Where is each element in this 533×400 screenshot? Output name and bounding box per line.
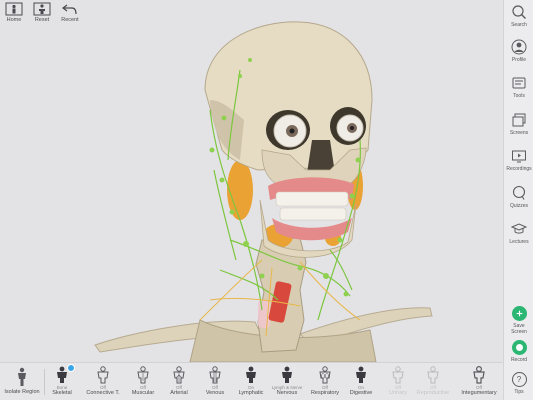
sidebar-item-tools[interactable]: Tools [504, 75, 533, 99]
save-screen-button[interactable]: Save Screen [504, 306, 533, 335]
screens-icon [512, 113, 526, 127]
head-neck-model[interactable] [0, 0, 503, 363]
recent-label: Recent [61, 17, 79, 23]
profile-icon [511, 39, 527, 55]
sidebar-item-label: Lectures [509, 239, 529, 245]
right-sidebar: Search Profile Tools Screens Recordings … [503, 0, 533, 400]
home-button[interactable]: Home [2, 2, 26, 23]
systems-bar: Isolate Region Bone Skeletal Off Connect… [0, 362, 503, 400]
upper-teeth[interactable] [275, 191, 349, 207]
system-integumentary[interactable]: Off Integumentary [457, 365, 501, 396]
urinary-system-icon [392, 366, 404, 384]
record-label: Record [510, 357, 528, 363]
lower-teeth[interactable] [279, 207, 347, 221]
tips-button[interactable]: ? Tips [504, 372, 533, 395]
save-screen-label: Save Screen [511, 323, 527, 335]
sidebar-item-profile[interactable]: Profile [504, 39, 533, 63]
quizzes-icon [512, 185, 526, 200]
system-connective-tissue[interactable]: Off Connective T. [81, 366, 125, 396]
lymphatic-system-icon [246, 366, 256, 383]
sidebar-item-label: Tools [513, 93, 525, 99]
recent-button[interactable]: Recent [58, 2, 82, 23]
reset-label: Reset [34, 17, 50, 23]
integumentary-system-icon [473, 365, 485, 384]
sidebar-item-label: Quizzes [509, 203, 529, 209]
sidebar-item-label: Screens [509, 130, 529, 136]
record-button[interactable]: Record [504, 340, 533, 363]
system-name: Nervous [276, 390, 298, 396]
reset-button[interactable]: Reset [30, 2, 54, 23]
venous-system-icon [209, 366, 221, 384]
sidebar-item-label: Search [511, 22, 527, 28]
tools-icon [512, 77, 526, 89]
system-skeletal[interactable]: Bone Skeletal [40, 364, 84, 396]
search-icon [512, 5, 526, 19]
sidebar-item-search[interactable]: Search [504, 4, 533, 28]
system-reproductive[interactable]: Off Reproductive [411, 366, 455, 396]
isolate-region-label: Isolate Region [4, 389, 40, 395]
system-name: Arterial [170, 390, 188, 396]
sidebar-item-lectures[interactable]: Lectures [504, 221, 533, 245]
connective-tissue-icon [97, 366, 109, 384]
arterial-system-icon [173, 366, 185, 384]
muscular-system-icon [137, 366, 149, 384]
tips-label: Tips [514, 389, 524, 395]
system-name: Integumentary [461, 390, 497, 396]
system-name: Digestive [349, 390, 373, 396]
sidebar-item-screens[interactable]: Screens [504, 112, 533, 136]
system-name: Muscular [131, 390, 155, 396]
record-icon [511, 340, 527, 355]
system-name: Lymphatic [238, 390, 264, 396]
save-screen-icon [511, 306, 527, 321]
isolate-region-button[interactable]: Isolate Region [2, 367, 42, 395]
undo-arrow-icon [62, 4, 77, 15]
sidebar-item-label: Recordings [506, 166, 532, 172]
system-name: Reproductive [416, 390, 450, 396]
isolate-body-icon [18, 367, 26, 386]
sidebar-item-recordings[interactable]: Recordings [504, 148, 533, 172]
model-viewport[interactable] [0, 0, 503, 363]
system-name: Venous [205, 390, 225, 396]
system-name: Connective T. [86, 390, 120, 396]
tips-icon: ? [511, 372, 527, 387]
selected-badge-icon [67, 364, 75, 372]
respiratory-system-icon [319, 366, 331, 384]
sidebar-item-quizzes[interactable]: Quizzes [504, 185, 533, 209]
reset-icon [33, 2, 51, 16]
nervous-system-icon [282, 366, 292, 383]
system-name: Skeletal [52, 390, 72, 396]
system-name: Urinary [389, 390, 407, 396]
recordings-icon [512, 150, 526, 163]
lectures-icon [511, 223, 527, 234]
digestive-system-icon [356, 366, 366, 383]
system-name: Respiratory [310, 390, 340, 396]
sidebar-item-label: Profile [511, 57, 527, 63]
home-icon [5, 2, 23, 16]
home-label: Home [6, 17, 22, 23]
anatomy-app: Home Reset Recent Search Profile Tools S… [0, 0, 533, 400]
top-toolbar: Home Reset Recent [2, 2, 82, 23]
reproductive-system-icon [427, 366, 439, 384]
